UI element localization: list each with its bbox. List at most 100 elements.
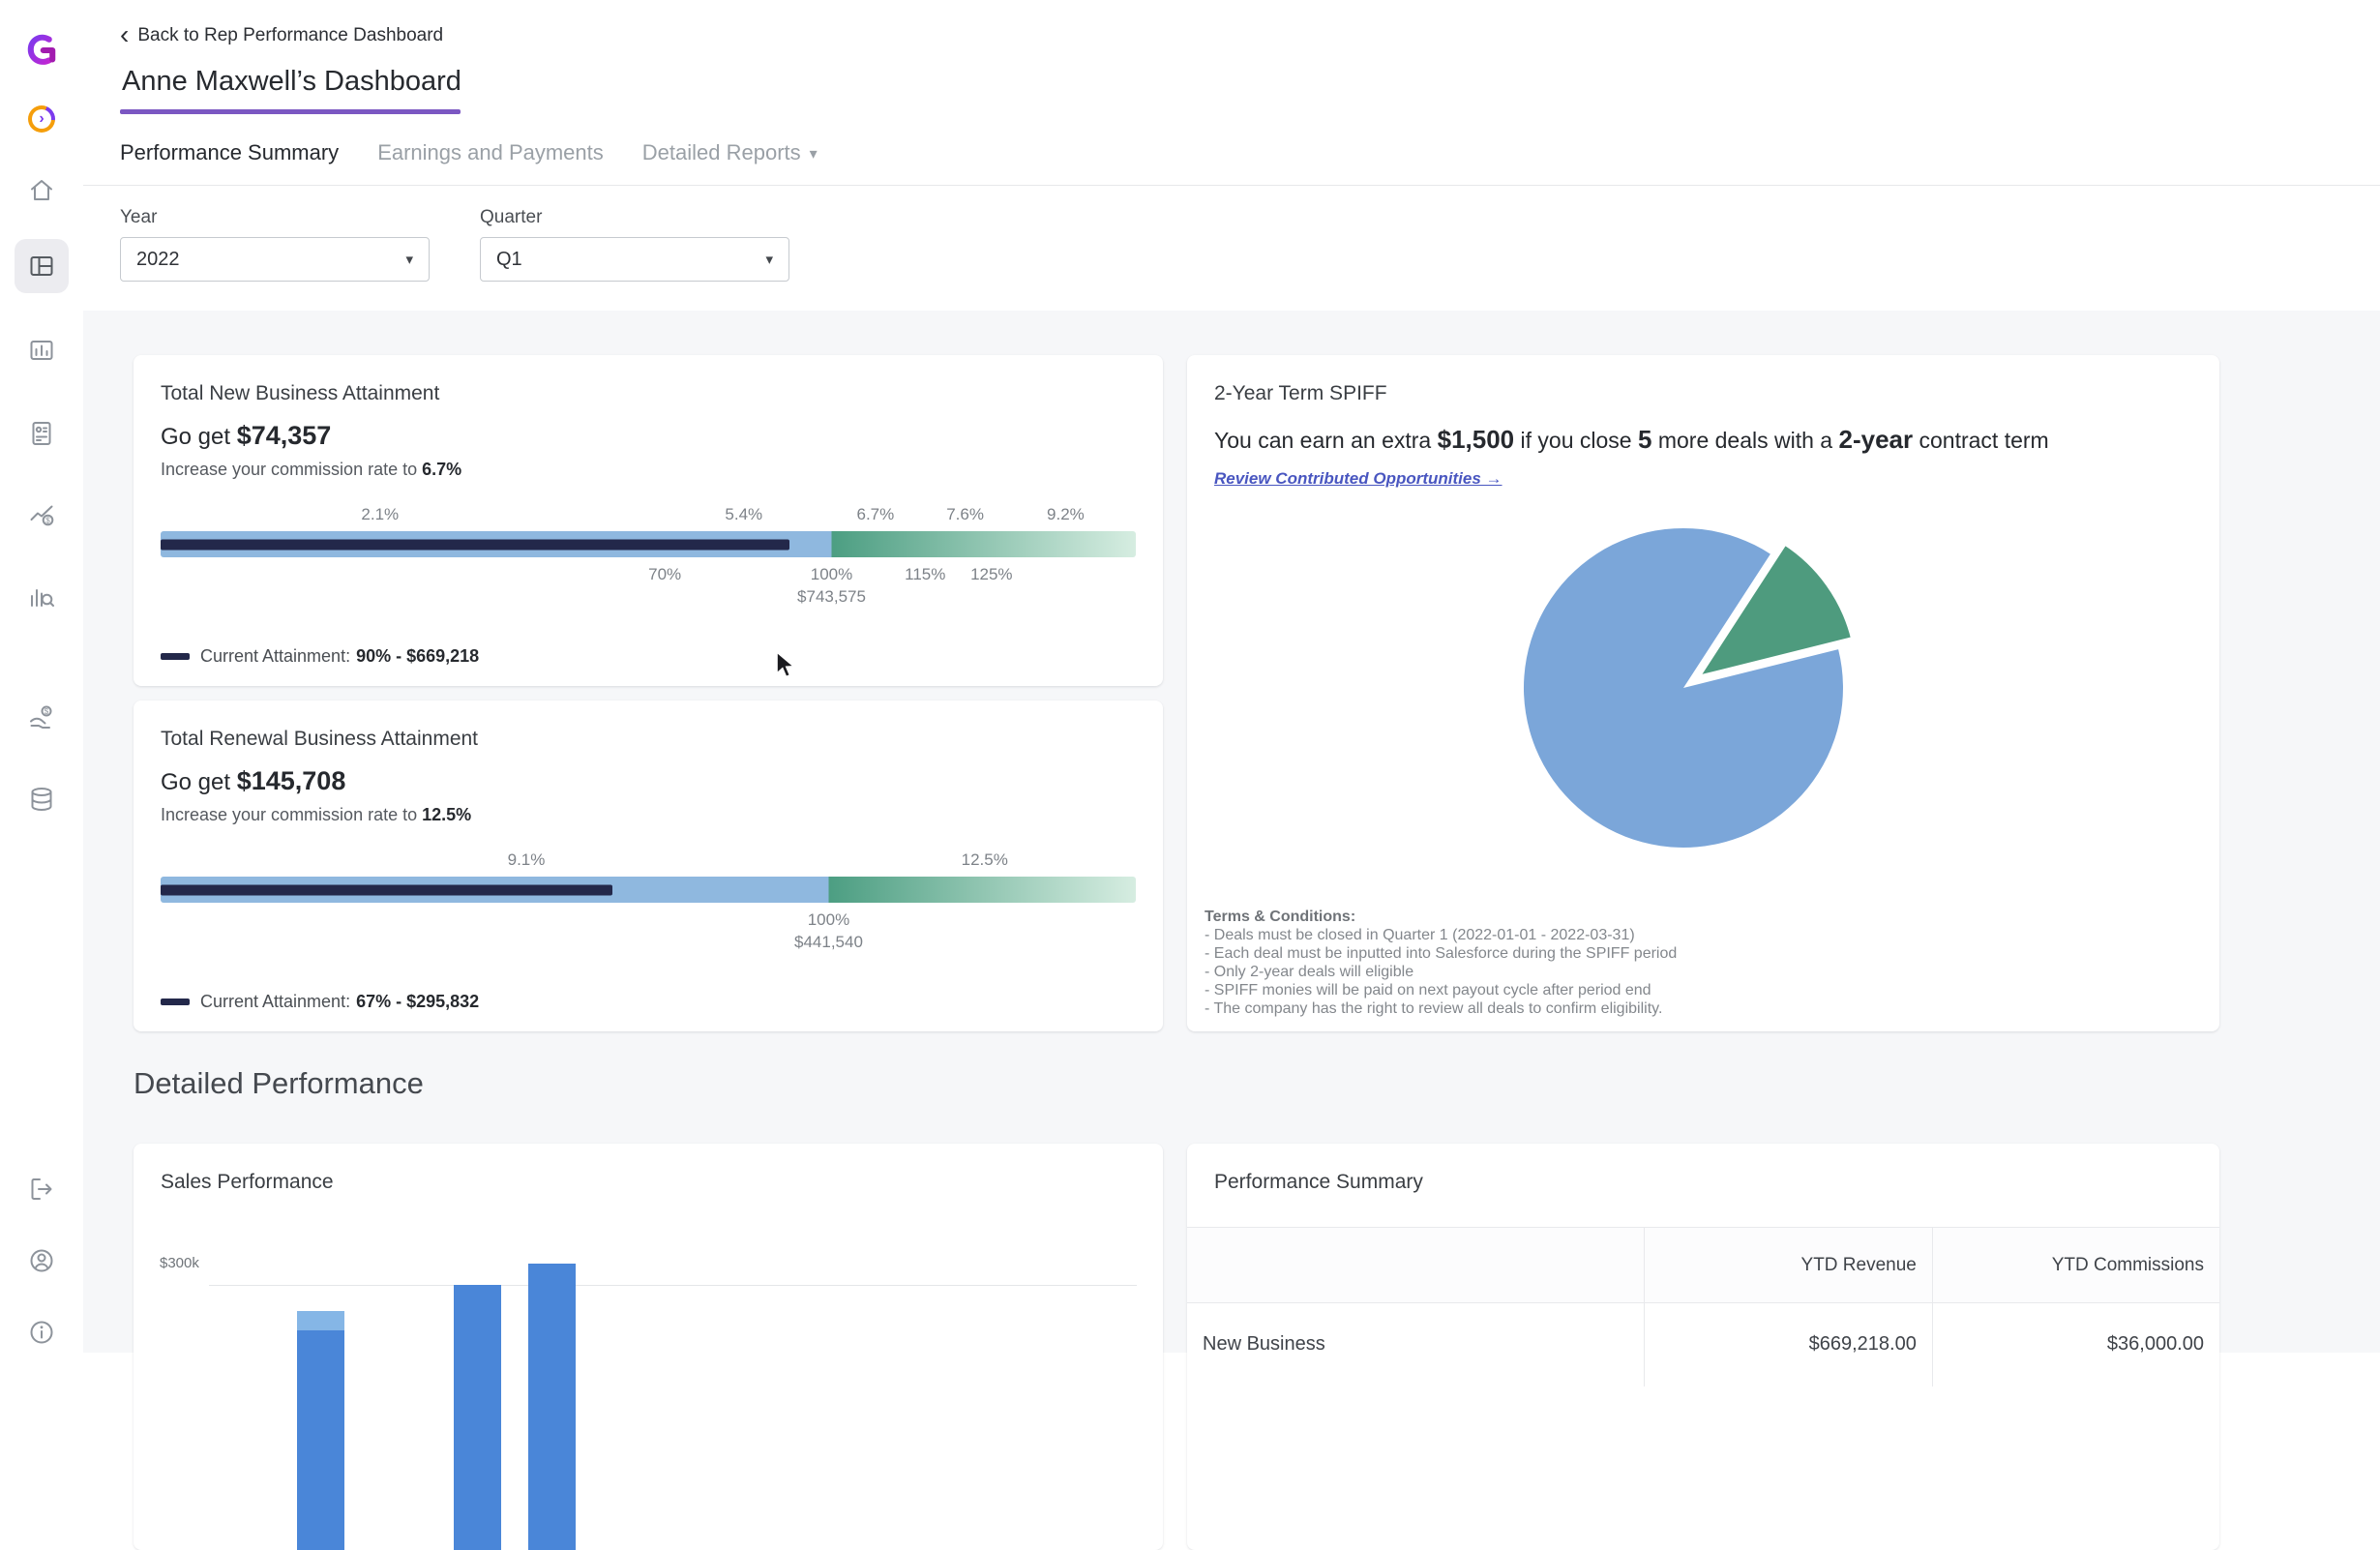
terms-title: Terms & Conditions: <box>1205 908 1677 926</box>
tab-detailed-reports[interactable]: Detailed Reports▾ <box>642 140 818 165</box>
axis-tick-label: 6.7% <box>856 505 894 524</box>
current-attainment-bar <box>161 539 789 550</box>
renewal-card: Total Renewal Business Attainment Go get… <box>134 700 1163 1031</box>
content-area: Total New Business Attainment Go get $74… <box>83 311 2380 1353</box>
term-line: - Deals must be closed in Quarter 1 (202… <box>1205 926 1677 944</box>
dashboard-icon[interactable] <box>15 239 69 293</box>
gridline <box>209 1285 1137 1286</box>
logout-icon[interactable] <box>20 1168 63 1210</box>
filter-bar: Year 2022 ▾ Quarter Q1 ▾ <box>83 186 2380 311</box>
axis-tick-label: 5.4% <box>725 505 762 524</box>
performance-summary-card: Performance Summary YTD RevenueYTD Commi… <box>1187 1144 2219 1550</box>
legend-dash-icon <box>161 653 190 660</box>
sales-bar <box>297 1311 344 1550</box>
current-attainment-bar <box>161 884 612 895</box>
column-header <box>1187 1228 1645 1303</box>
card-title: Total Renewal Business Attainment <box>161 728 1136 751</box>
legend-dash-icon <box>161 999 190 1005</box>
sidebar-expand-icon[interactable]: › <box>20 98 63 140</box>
chevron-down-icon: ▾ <box>765 251 773 268</box>
reports-board-icon[interactable] <box>20 330 63 373</box>
rate-line: Increase your commission rate to 12.5% <box>161 805 1136 825</box>
y-axis-tick-label: $300k <box>160 1255 199 1271</box>
sales-chart: $300k <box>134 1144 1163 1550</box>
chevron-down-icon: ▾ <box>810 144 818 164</box>
new-business-card: Total New Business Attainment Go get $74… <box>134 355 1163 686</box>
axis-tick-label: 2.1% <box>361 505 399 524</box>
statements-icon[interactable] <box>20 412 63 455</box>
table-cell: New Business <box>1187 1303 1645 1386</box>
sales-performance-card: Sales Performance $300k <box>134 1144 1163 1550</box>
tab-bar: Performance Summary Earnings and Payments… <box>83 140 2380 186</box>
table-cell: $36,000.00 <box>1932 1303 2219 1386</box>
card-title: 2-Year Term SPIFF <box>1214 382 2192 405</box>
sales-bar-segment <box>297 1311 344 1330</box>
term-line: - Each deal must be inputted into Salesf… <box>1205 944 1677 963</box>
year-filter: Year 2022 ▾ <box>120 207 430 282</box>
axis-tick-label: 9.2% <box>1047 505 1085 524</box>
card-title: Total New Business Attainment <box>161 382 1136 405</box>
profile-icon[interactable] <box>20 1239 63 1282</box>
sidebar: › $ $ <box>0 0 83 1362</box>
new-business-bullet-chart: 2.1%5.4%6.7%7.6%9.2% 70%100%$743,575115%… <box>161 505 1136 610</box>
attainment-track <box>161 531 1136 557</box>
title-underline <box>120 109 461 114</box>
chevron-down-icon: ▾ <box>405 251 413 268</box>
term-line: - Only 2-year deals will eligible <box>1205 963 1677 981</box>
back-link-label: Back to Rep Performance Dashboard <box>137 25 443 46</box>
year-select-value: 2022 <box>136 249 180 271</box>
section-heading: Detailed Performance <box>134 1066 2380 1101</box>
spiff-pie-chart <box>1214 514 2192 865</box>
rate-line: Increase your commission rate to 6.7% <box>161 460 1136 480</box>
term-line: - The company has the right to review al… <box>1205 999 1677 1018</box>
back-chevron-icon: ‹ <box>120 28 129 42</box>
column-header: YTD Commissions <box>1932 1228 2219 1303</box>
info-icon[interactable] <box>20 1311 63 1354</box>
main-area: ‹ Back to Rep Performance Dashboard Anne… <box>83 0 2380 1362</box>
tab-earnings-and-payments[interactable]: Earnings and Payments <box>377 140 604 165</box>
quarter-select-value: Q1 <box>496 249 522 271</box>
renewal-bullet-chart: 9.1% 12.5% 100%$441,540 <box>161 850 1136 955</box>
axis-tick-label: 100%$743,575 <box>797 565 866 607</box>
year-label: Year <box>120 207 430 228</box>
page-header: ‹ Back to Rep Performance Dashboard Anne… <box>83 0 2380 186</box>
axis-tick-label: 100%$441,540 <box>794 910 863 952</box>
go-get-line: Go get $74,357 <box>161 421 1136 451</box>
attainment-legend: Current Attainment: 90% - $669,218 <box>161 646 479 667</box>
term-line: - SPIFF monies will be paid on next payo… <box>1205 981 1677 999</box>
axis-tick-label: 115% <box>905 565 945 584</box>
axis-tick-label: 9.1% <box>508 850 546 870</box>
earnings-chart-icon[interactable]: $ <box>20 493 63 536</box>
year-select[interactable]: 2022 ▾ <box>120 237 430 282</box>
spiff-terms-list: - Deals must be closed in Quarter 1 (202… <box>1205 926 1677 1018</box>
go-get-line: Go get $145,708 <box>161 766 1136 796</box>
spiff-terms: Terms & Conditions: - Deals must be clos… <box>1205 908 1677 1018</box>
spiff-message: You can earn an extra $1,500 if you clos… <box>1214 425 2192 455</box>
quarter-filter: Quarter Q1 ▾ <box>480 207 789 282</box>
column-header: YTD Revenue <box>1645 1228 1933 1303</box>
data-source-icon[interactable] <box>20 778 63 820</box>
axis-tick-label: 12.5% <box>962 850 1008 870</box>
tab-performance-summary[interactable]: Performance Summary <box>120 140 339 165</box>
svg-text:$: $ <box>45 707 49 716</box>
app-logo[interactable] <box>20 29 63 72</box>
quarter-label: Quarter <box>480 207 789 228</box>
axis-tick-label: 70% <box>648 565 681 584</box>
review-opportunities-link[interactable]: Review Contributed Opportunities → <box>1214 469 1502 489</box>
quarter-select[interactable]: Q1 ▾ <box>480 237 789 282</box>
sales-bar <box>454 1285 501 1550</box>
spiff-card: 2-Year Term SPIFF You can earn an extra … <box>1187 355 2219 1031</box>
svg-text:$: $ <box>45 516 50 524</box>
table-header-row: YTD RevenueYTD Commissions <box>1187 1228 2219 1303</box>
table-row: New Business$669,218.00$36,000.00 <box>1187 1303 2219 1386</box>
axis-tick-label: 125% <box>970 565 1012 584</box>
card-title: Performance Summary <box>1187 1144 2219 1194</box>
back-link[interactable]: ‹ Back to Rep Performance Dashboard <box>120 25 443 46</box>
deal-insights-icon[interactable] <box>20 576 63 618</box>
attainment-track <box>161 877 1136 903</box>
table-cell: $669,218.00 <box>1645 1303 1933 1386</box>
sales-bar <box>528 1264 576 1550</box>
home-icon[interactable] <box>20 169 63 212</box>
payouts-icon[interactable]: $ <box>20 696 63 738</box>
attainment-legend: Current Attainment: 67% - $295,832 <box>161 992 479 1012</box>
